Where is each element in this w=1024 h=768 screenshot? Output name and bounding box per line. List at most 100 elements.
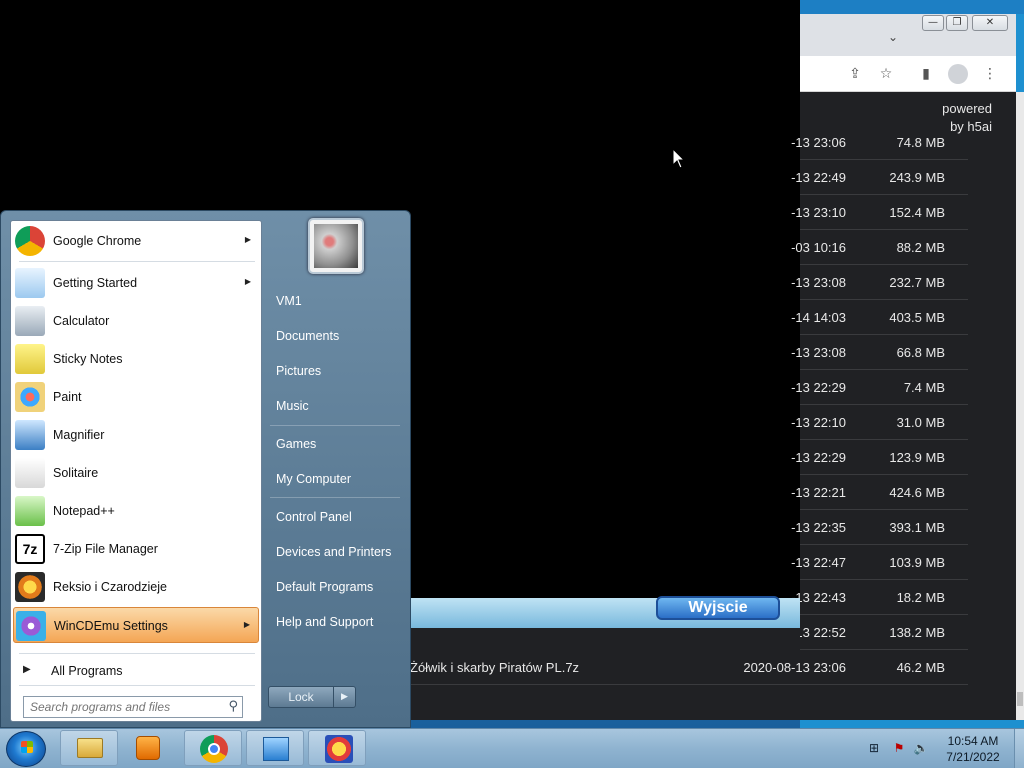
table-row[interactable]: -13 22:21 424.6 MB xyxy=(791,475,968,510)
taskbar-media-center[interactable] xyxy=(246,730,304,766)
table-row[interactable]: -13 22:49 243.9 MB xyxy=(791,160,968,195)
sticky-notes-icon xyxy=(15,344,45,374)
menu-item-label: Devices and Printers xyxy=(276,545,392,559)
menu-item-pictures[interactable]: Pictures xyxy=(266,356,402,386)
table-row[interactable]: -13 23:06 74.8 MB xyxy=(791,125,968,160)
solitaire-icon xyxy=(15,458,45,488)
program-label: Notepad++ xyxy=(53,504,115,518)
divider xyxy=(19,685,255,686)
submenu-arrow-icon: ▶ xyxy=(244,277,251,286)
program-item-getting-started[interactable]: Getting Started ▶ xyxy=(13,265,259,301)
exit-button[interactable]: Wyjscie xyxy=(656,596,780,620)
table-row[interactable]: -13 22:10 31.0 MB xyxy=(791,405,968,440)
close-button[interactable]: ✕ xyxy=(972,15,1008,31)
program-label: Reksio i Czarodzieje xyxy=(53,580,167,594)
volume-icon[interactable]: 🔈 xyxy=(913,740,929,756)
divider xyxy=(270,497,400,498)
program-item-7-zip-file-manager[interactable]: 7z 7-Zip File Manager xyxy=(13,531,259,567)
table-row[interactable]: -13 22:47 103.9 MB xyxy=(791,545,968,580)
taskbar-media-player[interactable] xyxy=(122,730,180,766)
file-date: -13 22:47 xyxy=(791,555,846,570)
getting-started-icon xyxy=(15,268,45,298)
menu-item-control-panel[interactable]: Control Panel xyxy=(266,502,402,532)
wincdemu-icon xyxy=(16,611,46,641)
start-button[interactable] xyxy=(6,731,46,767)
table-row[interactable]: -13 22:29 7.4 MB xyxy=(791,370,968,405)
program-item-wincdemu-settings[interactable]: WinCDEmu Settings ▶ xyxy=(13,607,259,643)
page-scrollbar[interactable] xyxy=(1016,92,1024,720)
submenu-arrow-icon: ▶ xyxy=(243,620,250,629)
taskbar-reksio[interactable] xyxy=(308,730,366,766)
menu-item-documents[interactable]: Documents xyxy=(266,321,402,351)
menu-item-help-and-support[interactable]: Help and Support xyxy=(266,607,402,637)
file-size: 424.6 MB xyxy=(889,485,945,500)
programs-pane: Google Chrome ▶ Getting Started ▶ Calculator… xyxy=(10,220,262,722)
file-date: 2020-08-13 23:06 xyxy=(743,660,846,675)
file-size: 243.9 MB xyxy=(889,170,945,185)
show-desktop-button[interactable] xyxy=(1014,729,1024,768)
star-icon[interactable]: ☆ xyxy=(876,64,896,84)
table-row[interactable]: -13 22:29 123.9 MB xyxy=(791,440,968,475)
menu-item-music[interactable]: Music xyxy=(266,391,402,421)
file-size: 74.8 MB xyxy=(896,135,945,150)
divider xyxy=(19,261,255,262)
all-programs-button[interactable]: ▶ All Programs xyxy=(17,659,257,683)
maximize-button[interactable]: ❐ xyxy=(946,15,968,31)
table-row[interactable]: -13 22:43 18.2 MB xyxy=(791,580,968,615)
power-options-arrow-icon[interactable]: ▶ xyxy=(334,686,356,708)
action-center-icon[interactable]: ⚑ xyxy=(891,740,907,756)
reksio-icon xyxy=(15,572,45,602)
program-label: Calculator xyxy=(53,314,110,328)
share-icon[interactable]: ⇪ xyxy=(845,64,865,84)
search-box[interactable]: ⚲ xyxy=(23,696,243,718)
file-size: 18.2 MB xyxy=(896,590,945,605)
menu-item-games[interactable]: Games xyxy=(266,429,402,459)
table-row[interactable]: -14 14:03 403.5 MB xyxy=(791,300,968,335)
table-row[interactable]: -13 23:08 232.7 MB xyxy=(791,265,968,300)
program-item-google-chrome[interactable]: Google Chrome ▶ xyxy=(13,223,259,259)
taskbar-file-explorer[interactable] xyxy=(60,730,118,766)
program-item-reksio-i-czarodzieje[interactable]: Reksio i Czarodzieje xyxy=(13,569,259,605)
user-picture[interactable] xyxy=(308,218,364,274)
program-label: Sticky Notes xyxy=(53,352,123,366)
network-icon[interactable]: ⊞ xyxy=(866,740,882,756)
file-date: -13 22:49 xyxy=(791,170,846,185)
taskbar-clock[interactable]: 10:54 AM 7/21/2022 xyxy=(934,733,1012,765)
menu-item-default-programs[interactable]: Default Programs xyxy=(266,572,402,602)
side-panel-icon[interactable]: ▮ xyxy=(916,64,936,84)
search-icon[interactable]: ⚲ xyxy=(228,699,238,714)
taskbar-chrome[interactable] xyxy=(184,730,242,766)
table-row[interactable]: -13 22:52 138.2 MB xyxy=(791,615,968,650)
table-row[interactable]: -13 23:10 152.4 MB xyxy=(791,195,968,230)
minimize-button[interactable]: — xyxy=(922,15,944,31)
7zip-icon: 7z xyxy=(15,534,45,564)
file-explorer-icon xyxy=(77,738,103,758)
file-date: -13 23:06 xyxy=(791,135,846,150)
file-size: 138.2 MB xyxy=(889,625,945,640)
search-input[interactable] xyxy=(30,700,220,714)
program-item-notepad[interactable]: Notepad++ xyxy=(13,493,259,529)
divider xyxy=(19,653,255,654)
program-item-calculator[interactable]: Calculator xyxy=(13,303,259,339)
file-size: 7.4 MB xyxy=(903,380,945,395)
menu-item-my-computer[interactable]: My Computer xyxy=(266,464,402,494)
menu-icon[interactable]: ⋮ xyxy=(980,64,1000,84)
file-size: 232.7 MB xyxy=(889,275,945,290)
menu-item-devices-and-printers[interactable]: Devices and Printers xyxy=(266,537,402,567)
program-item-sticky-notes[interactable]: Sticky Notes xyxy=(13,341,259,377)
tab-list-chevron-icon[interactable]: ⌄ xyxy=(888,30,898,44)
lock-button[interactable]: Lock xyxy=(268,686,334,708)
file-size: 46.2 MB xyxy=(896,660,945,675)
program-item-paint[interactable]: Paint xyxy=(13,379,259,415)
program-item-magnifier[interactable]: Magnifier xyxy=(13,417,259,453)
program-item-solitaire[interactable]: Solitaire xyxy=(13,455,259,491)
table-row[interactable]: -13 23:08 66.8 MB xyxy=(791,335,968,370)
scroll-thumb[interactable] xyxy=(1017,692,1023,706)
table-row[interactable]: Żółwik i skarby Piratów PL.7z 2020-08-13… xyxy=(410,650,968,685)
table-row[interactable]: -03 10:16 88.2 MB xyxy=(791,230,968,265)
program-label: Solitaire xyxy=(53,466,99,480)
table-row[interactable]: -13 22:35 393.1 MB xyxy=(791,510,968,545)
profile-icon[interactable] xyxy=(948,64,968,84)
menu-item-vm1[interactable]: VM1 xyxy=(266,286,402,316)
program-label: WinCDEmu Settings xyxy=(54,619,168,633)
